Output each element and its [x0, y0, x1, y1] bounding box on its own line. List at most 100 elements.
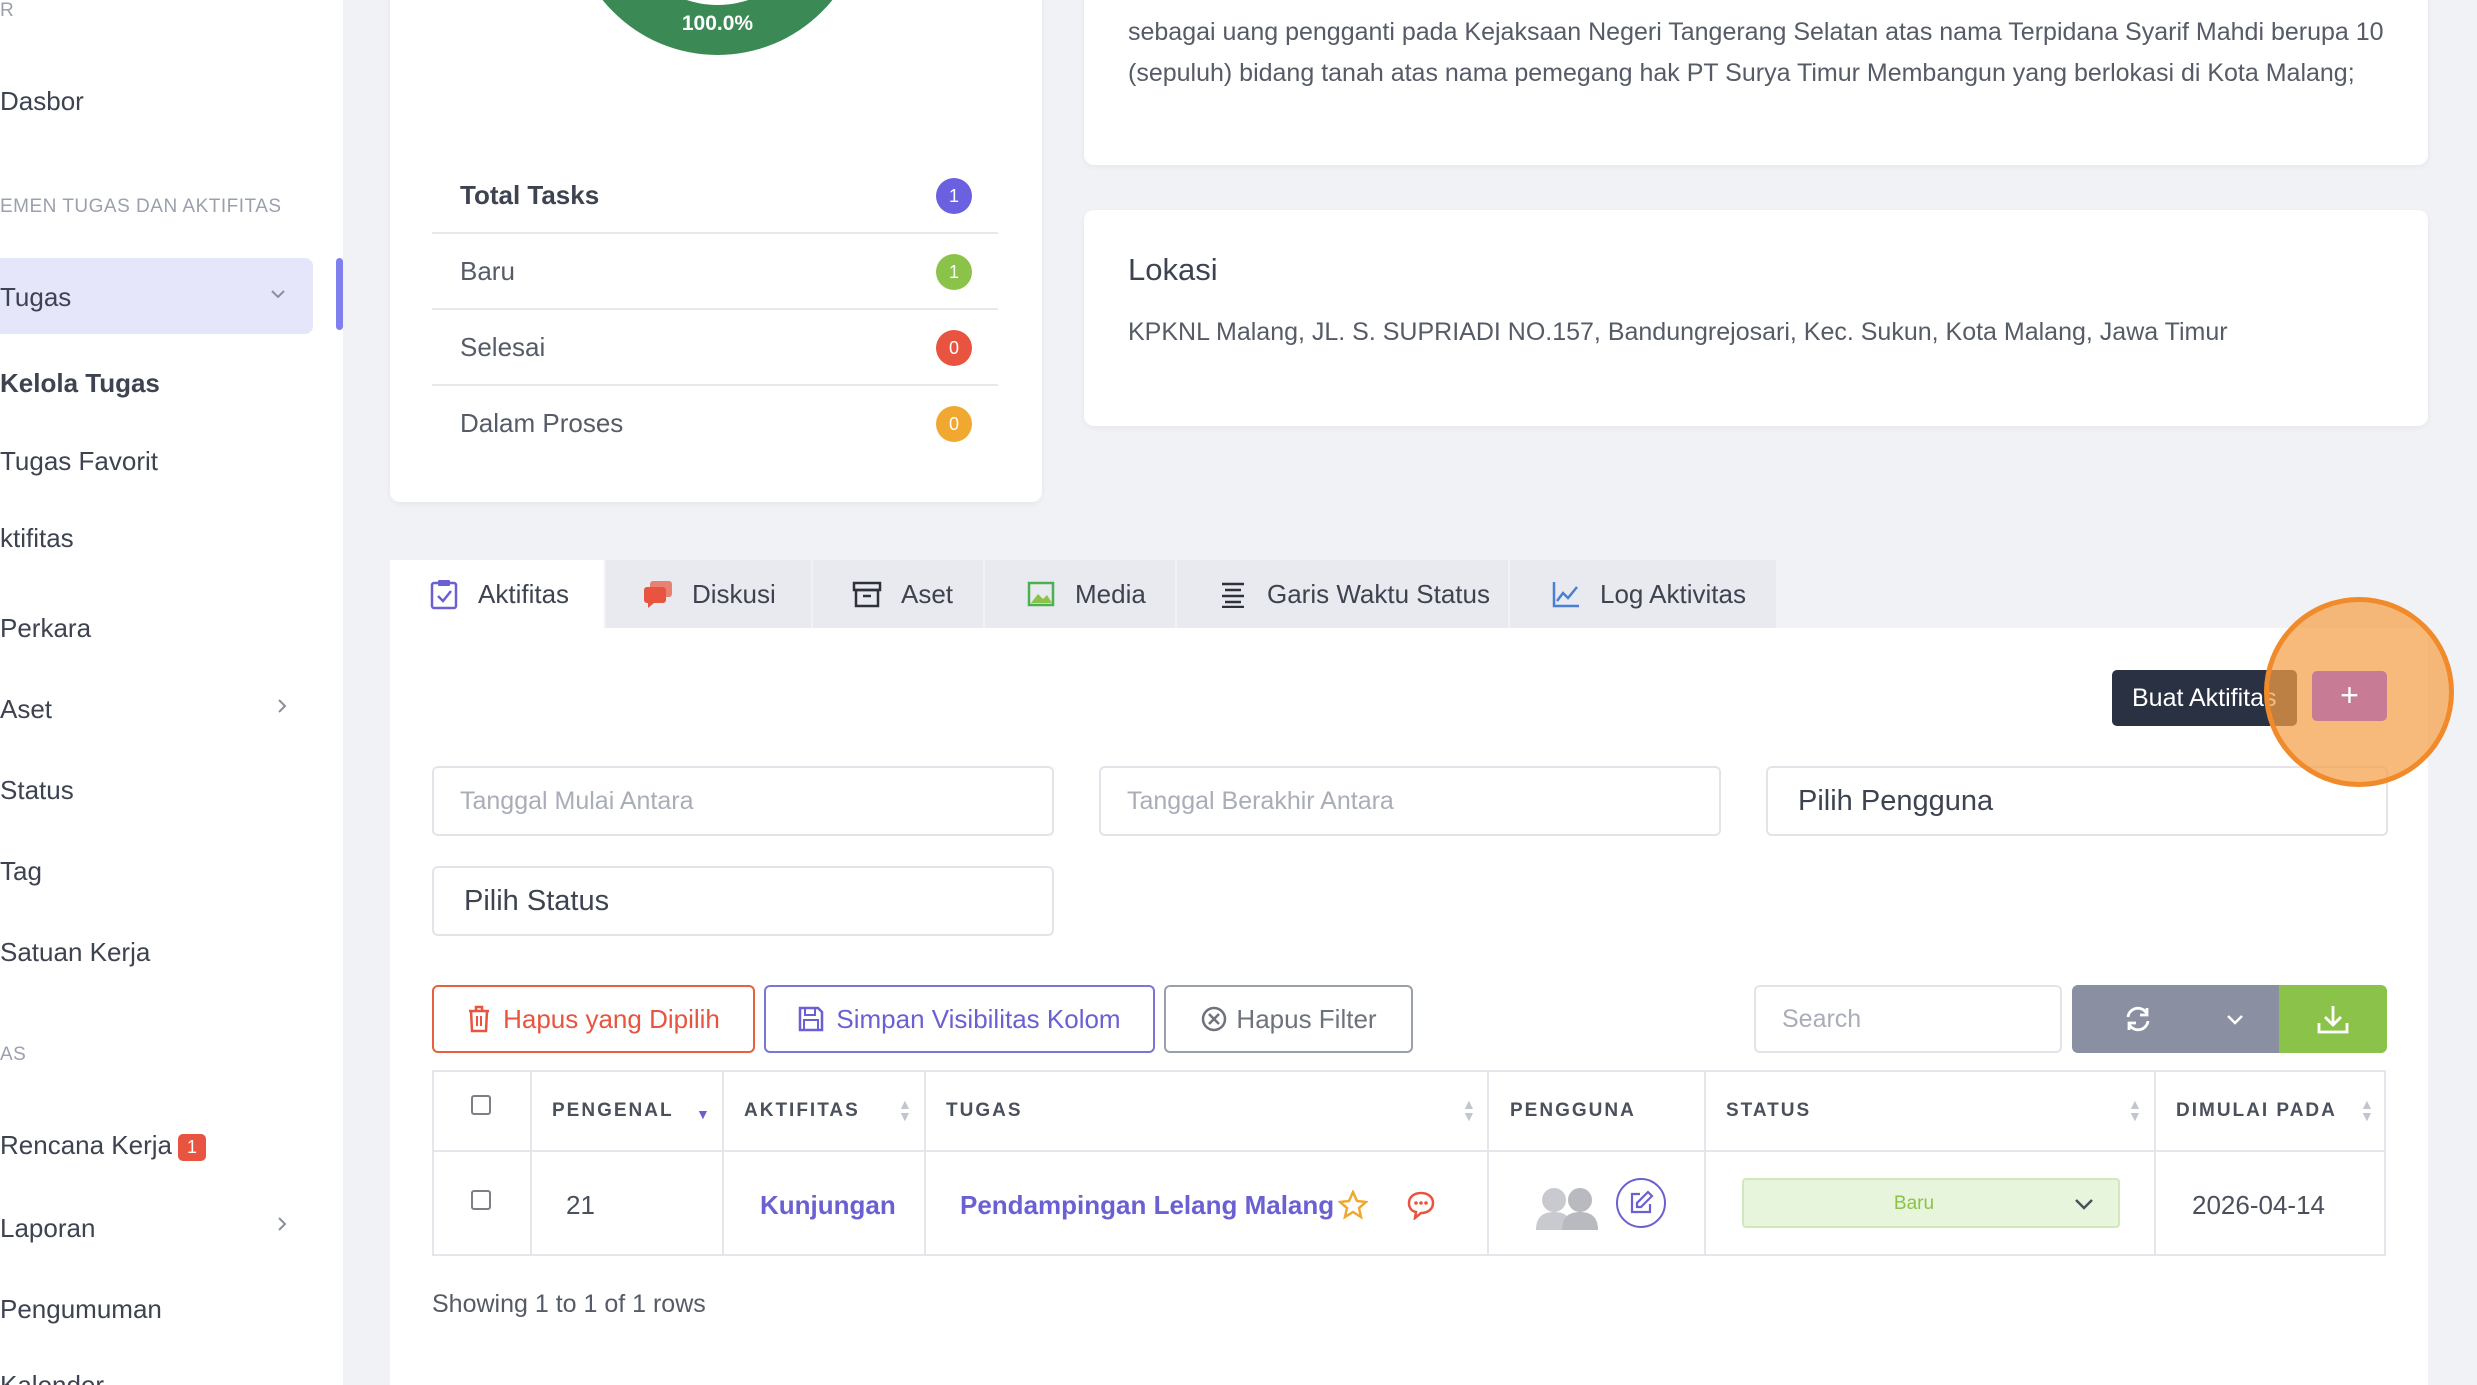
stat-label: Selesai — [460, 332, 546, 362]
sidebar-item-status[interactable]: Status — [0, 775, 74, 806]
description-line-1: sebagai uang pengganti pada Kejaksaan Ne… — [1128, 18, 2384, 46]
task-link[interactable]: Pendampingan Lelang Malang — [960, 1190, 1334, 1221]
work-plan-badge: 1 — [178, 1133, 207, 1161]
status-select[interactable]: Pilih Status — [432, 866, 1054, 936]
header-status[interactable]: STATUS — [1726, 1100, 1811, 1122]
create-activity-button[interactable]: + — [2312, 671, 2387, 721]
save-disk-icon — [798, 1006, 824, 1032]
sidebar-item-calendar[interactable]: Kalender — [0, 1370, 104, 1385]
select-all-checkbox[interactable] — [471, 1095, 491, 1115]
chevron-down-icon — [2225, 1009, 2245, 1029]
trash-icon — [467, 1005, 491, 1033]
stat-count-badge: 0 — [936, 330, 972, 366]
header-id[interactable]: PENGENAL — [552, 1100, 674, 1122]
chevron-right-icon — [272, 1214, 292, 1240]
sidebar-item-announcements[interactable]: Pengumuman — [0, 1294, 162, 1325]
column-divider — [722, 1072, 724, 1254]
status-value: Baru — [1893, 1193, 1935, 1214]
stat-row-new: Baru 1 — [432, 234, 998, 310]
delete-selected-label: Hapus yang Dipilih — [503, 1003, 720, 1034]
sort-icon: ▲ ▼ — [1462, 1096, 1476, 1124]
sidebar-item-tasks[interactable]: Tugas — [0, 282, 71, 313]
activities-table: PENGENAL ▼ AKTIFITAS ▲ ▼ TUGAS ▲ ▼ PENGGUN… — [432, 1070, 2386, 1256]
start-date-filter[interactable]: Tanggal Mulai Antara — [432, 766, 1054, 836]
donut-percentage: 100.0% — [681, 12, 754, 35]
tab-label: Garis Waktu Status — [1267, 578, 1490, 609]
table-search-input[interactable]: Search — [1754, 985, 2062, 1053]
list-lines-icon — [1217, 578, 1249, 610]
clear-filter-label: Hapus Filter — [1236, 1003, 1377, 1034]
stat-label: Dalam Proses — [460, 408, 624, 438]
sort-icon: ▲ ▼ — [2360, 1096, 2374, 1124]
table-pagination-info: Showing 1 to 1 of 1 rows — [432, 1290, 706, 1318]
tab-activities[interactable]: Aktifitas — [390, 560, 604, 628]
sidebar-item-cases[interactable]: Perkara — [0, 613, 91, 644]
assign-user-button[interactable] — [1616, 1178, 1666, 1228]
sort-icon: ▲ ▼ — [898, 1096, 912, 1124]
sort-desc-icon: ▼ — [696, 1106, 710, 1122]
chevron-down-icon — [268, 284, 288, 310]
sidebar-item-favorite-tasks[interactable]: Tugas Favorit — [0, 446, 158, 477]
refresh-button[interactable] — [2072, 985, 2279, 1053]
tab-label: Aset — [901, 578, 954, 609]
activity-link[interactable]: Kunjungan — [760, 1190, 896, 1221]
sidebar-item-assets[interactable]: Aset — [0, 694, 52, 725]
save-column-visibility-label: Simpan Visibilitas Kolom — [836, 1003, 1121, 1034]
status-dropdown[interactable]: Baru — [1742, 1178, 2120, 1228]
download-icon — [2316, 1003, 2350, 1035]
sidebar-item-reports[interactable]: Laporan — [0, 1213, 95, 1244]
header-started-at[interactable]: DIMULAI PADA — [2176, 1100, 2337, 1122]
sidebar-item-activities[interactable]: ktifitas — [0, 523, 74, 554]
header-user: PENGGUNA — [1510, 1100, 1636, 1121]
sidebar-item-tag[interactable]: Tag — [0, 856, 42, 887]
tab-label: Diskusi — [692, 578, 776, 609]
sidebar-item-work-plan[interactable]: Rencana Kerja 1 — [0, 1130, 207, 1161]
comment-icon[interactable] — [1406, 1190, 1436, 1225]
progress-donut: 100.0% — [570, 0, 865, 55]
user-select[interactable]: Pilih Pengguna — [1766, 766, 2388, 836]
edit-icon — [1628, 1190, 1654, 1216]
chat-bubbles-icon — [642, 578, 674, 610]
save-column-visibility-button[interactable]: Simpan Visibilitas Kolom — [764, 985, 1155, 1053]
sidebar-item-dashboard[interactable]: Dasbor — [0, 86, 84, 117]
tab-discussion[interactable]: Diskusi — [606, 560, 811, 628]
tab-label: Log Aktivitas — [1600, 578, 1746, 609]
row-checkbox[interactable] — [471, 1190, 491, 1210]
sidebar-item-manage-tasks[interactable]: Kelola Tugas — [0, 368, 160, 399]
header-task[interactable]: TUGAS — [946, 1100, 1023, 1122]
image-icon — [1025, 578, 1057, 610]
sidebar-item-work-unit[interactable]: Satuan Kerja — [0, 937, 150, 968]
delete-selected-button[interactable]: Hapus yang Dipilih — [432, 985, 755, 1053]
sidebar: R Dasbor EMEN TUGAS DAN AKTIFITAS Tugas … — [0, 0, 343, 1385]
refresh-icon — [2124, 1005, 2152, 1033]
sidebar-section-two: AS — [0, 1044, 27, 1065]
header-divider — [434, 1150, 2384, 1152]
description-line-2: (sepuluh) bidang tanah atas nama pemegan… — [1128, 59, 2355, 87]
cell-id: 21 — [566, 1190, 595, 1220]
location-title: Lokasi — [1128, 252, 1218, 287]
sidebar-section-tasks: EMEN TUGAS DAN AKTIFITAS — [0, 196, 282, 217]
stat-label: Total Tasks — [460, 180, 600, 210]
clipboard-check-icon — [428, 578, 460, 610]
sidebar-partial-top: R — [0, 0, 15, 21]
end-date-filter[interactable]: Tanggal Berakhir Antara — [1099, 766, 1721, 836]
export-download-button[interactable] — [2279, 985, 2387, 1053]
tab-status-timeline[interactable]: Garis Waktu Status — [1177, 560, 1508, 628]
stat-count-badge: 1 — [936, 178, 972, 214]
chevron-down-icon — [2072, 1192, 2096, 1216]
archive-box-icon — [851, 578, 883, 610]
tab-assets[interactable]: Aset — [813, 560, 983, 628]
user-avatars — [1532, 1184, 1612, 1235]
header-activity[interactable]: AKTIFITAS — [744, 1100, 860, 1122]
stat-count-badge: 0 — [936, 406, 972, 442]
column-divider — [2154, 1072, 2156, 1254]
tab-media[interactable]: Media — [985, 560, 1175, 628]
stat-count-badge: 1 — [936, 254, 972, 290]
tab-activity-log[interactable]: Log Aktivitas — [1510, 560, 1776, 628]
cell-started-at: 2026-04-14 — [2192, 1190, 2325, 1220]
stat-row-done: Selesai 0 — [432, 310, 998, 386]
chevron-right-icon — [272, 696, 292, 722]
stat-row-total: Total Tasks 1 — [432, 158, 998, 234]
star-icon[interactable] — [1337, 1188, 1369, 1225]
clear-filter-button[interactable]: Hapus Filter — [1164, 985, 1413, 1053]
